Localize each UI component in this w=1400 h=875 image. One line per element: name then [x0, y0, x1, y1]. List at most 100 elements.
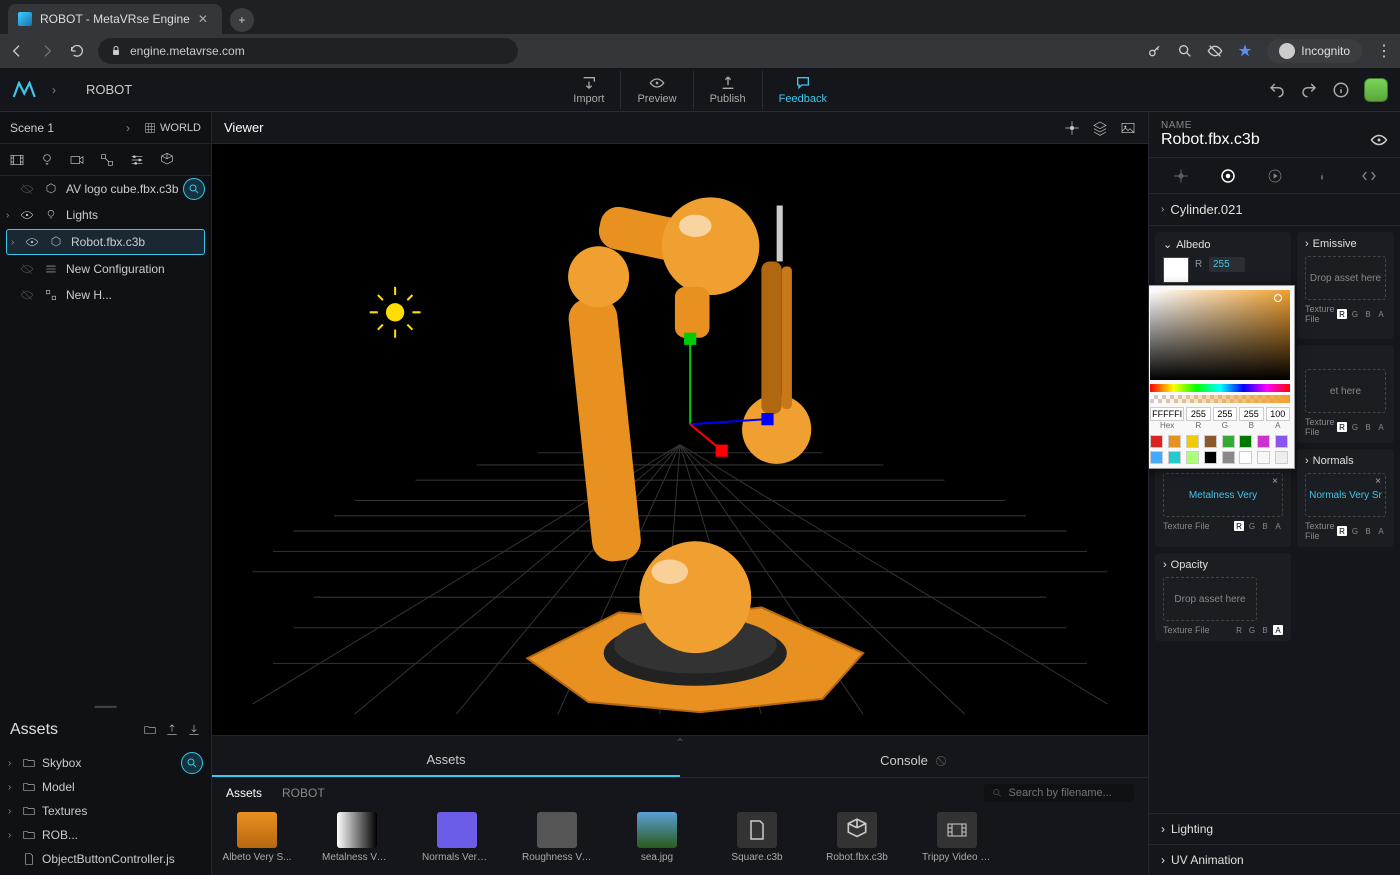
visibility-icon[interactable] — [20, 208, 34, 222]
tab-info[interactable] — [1312, 166, 1332, 186]
color-swatch[interactable] — [1186, 435, 1199, 448]
asset-thumb[interactable]: sea.jpg — [622, 812, 692, 871]
asset-thumb[interactable]: Trippy Video 1... — [922, 812, 992, 871]
forward-button[interactable] — [38, 42, 56, 60]
reload-button[interactable] — [68, 42, 86, 60]
visibility-icon[interactable] — [20, 182, 34, 196]
color-swatch[interactable] — [1222, 451, 1235, 464]
visibility-icon[interactable] — [20, 262, 34, 276]
publish-button[interactable]: Publish — [694, 71, 763, 109]
close-icon[interactable]: × — [1375, 476, 1381, 487]
alpha-slider[interactable] — [1150, 395, 1290, 403]
tab-animation[interactable] — [1265, 166, 1285, 186]
gizmo-icon[interactable] — [1064, 120, 1080, 136]
panel-splitter[interactable]: ━━━ — [0, 701, 211, 713]
world-toggle[interactable]: WORLD — [144, 122, 201, 134]
hierarchy-item[interactable]: New H... — [0, 282, 211, 308]
color-swatch[interactable] — [1168, 451, 1181, 464]
browser-tab[interactable]: ROBOT - MetaVRse Engine ✕ — [8, 4, 222, 34]
expand-icon[interactable]: › — [8, 758, 16, 769]
zoom-icon[interactable] — [1177, 43, 1193, 59]
expand-icon[interactable]: › — [11, 237, 21, 248]
color-swatch[interactable] — [1275, 451, 1288, 464]
redo-button[interactable] — [1300, 81, 1318, 99]
g-input[interactable] — [1213, 407, 1237, 421]
scene-selector[interactable]: Scene 1 › WORLD — [0, 112, 211, 144]
uv-section[interactable]: ›UV Animation — [1149, 844, 1400, 875]
back-button[interactable] — [8, 42, 26, 60]
folder-plus-icon[interactable] — [143, 723, 157, 737]
asset-thumb[interactable]: Robot.fbx.c3b — [822, 812, 892, 871]
color-swatch[interactable] — [1168, 435, 1181, 448]
opacity-texture-drop[interactable]: Drop asset here — [1163, 577, 1257, 621]
lighting-section[interactable]: ›Lighting — [1149, 813, 1400, 844]
color-swatch[interactable] — [1275, 435, 1288, 448]
hierarchy-item-selected[interactable]: › Robot.fbx.c3b — [6, 229, 205, 255]
asset-thumb[interactable]: Albeto Very S... — [222, 812, 292, 871]
upload-icon[interactable] — [165, 723, 179, 737]
asset-thumb[interactable]: Normals Very ... — [422, 812, 492, 871]
search-icon[interactable] — [183, 178, 205, 200]
tab-transform[interactable] — [1171, 166, 1191, 186]
star-icon[interactable] — [1237, 43, 1253, 59]
menu-icon[interactable]: ⋮ — [1376, 41, 1392, 61]
asset-folder[interactable]: › Skybox — [0, 751, 211, 775]
color-swatch[interactable] — [1239, 435, 1252, 448]
drawer-subtab-robot[interactable]: ROBOT — [282, 786, 325, 800]
hierarchy-item[interactable]: New Configuration — [0, 256, 211, 282]
close-icon[interactable]: × — [1272, 476, 1278, 487]
download-icon[interactable] — [187, 723, 201, 737]
normals-texture-drop[interactable]: ×Normals Very Sr — [1305, 473, 1386, 517]
url-field[interactable]: engine.metavrse.com — [98, 38, 518, 64]
preview-button[interactable]: Preview — [621, 71, 693, 109]
key-icon[interactable] — [1147, 43, 1163, 59]
bulb-icon[interactable] — [38, 151, 56, 169]
color-swatch[interactable] — [1204, 451, 1217, 464]
light-gizmo[interactable] — [370, 287, 421, 338]
viewport-3d[interactable] — [212, 144, 1148, 735]
chevron-right-icon[interactable]: › — [52, 83, 56, 97]
asset-folder[interactable]: ›Model — [0, 775, 211, 799]
incognito-badge[interactable]: Incognito — [1267, 39, 1362, 63]
asset-thumb[interactable]: Square.c3b — [722, 812, 792, 871]
image-icon[interactable] — [1120, 120, 1136, 136]
color-swatch[interactable] — [1204, 435, 1217, 448]
r-input[interactable] — [1186, 407, 1210, 421]
undo-button[interactable] — [1268, 81, 1286, 99]
color-swatch[interactable] — [1222, 435, 1235, 448]
material-selector[interactable]: ›Cylinder.021 — [1149, 194, 1400, 226]
visibility-icon[interactable] — [25, 235, 39, 249]
drawer-tab-assets[interactable]: Assets — [212, 744, 680, 777]
color-swatch[interactable] — [1257, 451, 1270, 464]
asset-folder[interactable]: ›ROB... — [0, 823, 211, 847]
camera-icon[interactable] — [68, 151, 86, 169]
layers-icon[interactable] — [1092, 120, 1108, 136]
close-icon[interactable]: ✕ — [198, 12, 212, 26]
robot-model[interactable] — [527, 197, 863, 712]
drawer-tab-console[interactable]: Console — [680, 744, 1148, 777]
color-swatch[interactable] — [1239, 451, 1252, 464]
albedo-swatch[interactable] — [1163, 257, 1189, 283]
color-swatch[interactable] — [1257, 435, 1270, 448]
import-button[interactable]: Import — [557, 71, 621, 109]
b-input[interactable] — [1239, 407, 1263, 421]
feedback-button[interactable]: Feedback — [763, 71, 843, 109]
asset-thumb[interactable]: Roughness Ve... — [522, 812, 592, 871]
hue-slider[interactable] — [1150, 384, 1290, 392]
color-swatch[interactable] — [1186, 451, 1199, 464]
info-button[interactable] — [1332, 81, 1350, 99]
search-input[interactable] — [1009, 787, 1126, 799]
color-picker[interactable]: Hex R G B A — [1149, 285, 1295, 469]
cube-icon[interactable] — [158, 151, 176, 169]
emissive-texture-drop[interactable]: Drop asset here — [1305, 256, 1386, 300]
a-input[interactable] — [1266, 407, 1290, 421]
transform-icon[interactable] — [98, 151, 116, 169]
texture-drop[interactable]: et here — [1305, 369, 1386, 413]
expand-icon[interactable]: › — [6, 210, 16, 221]
color-r-input[interactable] — [1209, 257, 1245, 272]
drawer-search[interactable] — [984, 784, 1134, 802]
asset-file[interactable]: ObjectButtonController.js — [0, 847, 211, 871]
sliders-icon[interactable] — [128, 151, 146, 169]
tab-code[interactable] — [1359, 166, 1379, 186]
visibility-icon[interactable] — [20, 288, 34, 302]
